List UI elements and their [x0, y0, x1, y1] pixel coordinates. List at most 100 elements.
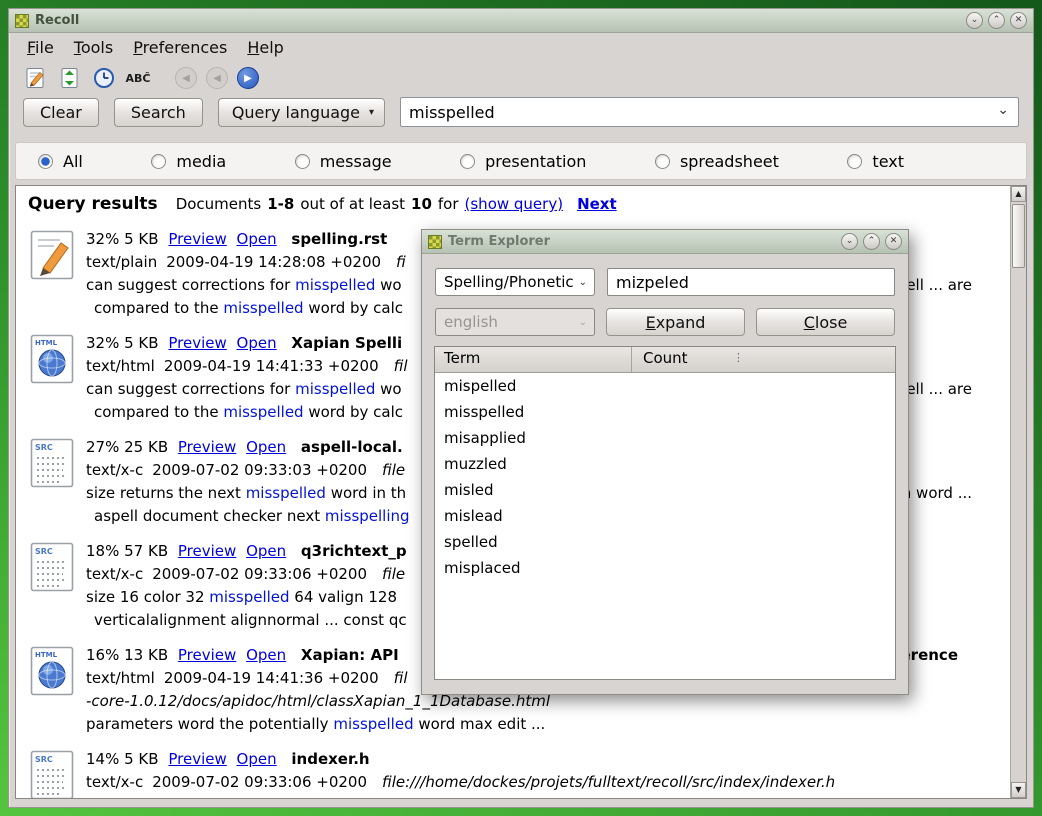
- open-link[interactable]: Open: [246, 542, 286, 560]
- doc-title: Xapian: API: [301, 646, 399, 664]
- open-link[interactable]: Open: [237, 230, 277, 248]
- filter-spreadsheet[interactable]: spreadsheet: [655, 152, 779, 171]
- count-column-header[interactable]: Count: [631, 347, 895, 372]
- doc-url: file: [382, 461, 405, 479]
- term-table-header[interactable]: Term Count ⋮: [435, 347, 895, 373]
- next-page-icon[interactable]: ▶: [237, 67, 259, 89]
- open-link[interactable]: Open: [237, 334, 277, 352]
- scroll-up-icon[interactable]: ▲: [1011, 186, 1026, 202]
- dropdown-arrow-icon: ⌄: [579, 317, 587, 328]
- window-title: Recoll: [35, 13, 960, 28]
- source-code-icon: SRC: [30, 785, 74, 798]
- unshade-window-icon[interactable]: ⌃: [863, 233, 880, 250]
- term-explorer-query-row: Spelling/Phonetic ⌄: [435, 268, 895, 296]
- shade-window-icon[interactable]: ⌄: [966, 12, 983, 29]
- menu-help[interactable]: Help: [237, 36, 293, 59]
- main-titlebar[interactable]: Recoll ⌄ ⌃ ✕: [9, 9, 1033, 33]
- first-page-icon[interactable]: ◀: [175, 67, 197, 89]
- filter-text[interactable]: text: [847, 152, 904, 171]
- page-navigation: ◀ ◀ ▶: [175, 67, 259, 89]
- show-query-link[interactable]: (show query): [465, 195, 564, 213]
- language-dropdown[interactable]: english ⌄: [435, 308, 595, 336]
- toolbar: ABĈ ◀ ◀ ▶: [9, 62, 1033, 94]
- query-language-label: Query language: [232, 103, 360, 122]
- unshade-window-icon[interactable]: ⌃: [988, 12, 1005, 29]
- expand-button[interactable]: Expand: [606, 308, 745, 336]
- result-range: 1-8: [267, 195, 294, 213]
- preview-link[interactable]: Preview: [168, 230, 226, 248]
- term-input[interactable]: [607, 268, 895, 296]
- prev-page-icon[interactable]: ◀: [206, 67, 228, 89]
- spellcheck-abc-icon[interactable]: ABĈ: [125, 65, 151, 91]
- result-meta: text/x-c2009-07-02 09:33:06 +0200file://…: [86, 771, 1010, 794]
- scroll-down-icon[interactable]: ▼: [1011, 782, 1026, 798]
- filter-all[interactable]: All: [38, 152, 83, 171]
- search-query-input[interactable]: [401, 103, 1018, 122]
- radio-icon: [295, 154, 310, 169]
- expansion-mode-dropdown[interactable]: Spelling/Phonetic ⌄: [435, 268, 595, 296]
- term-row[interactable]: misplaced: [435, 555, 895, 581]
- term-row[interactable]: misapplied: [435, 425, 895, 451]
- shade-window-icon[interactable]: ⌄: [841, 233, 858, 250]
- open-link[interactable]: Open: [246, 646, 286, 664]
- doc-date: 2009-07-02 09:33:06 +0200: [152, 773, 367, 791]
- results-scrollbar[interactable]: ▲ ▼: [1010, 186, 1026, 798]
- filter-presentation[interactable]: presentation: [460, 152, 586, 171]
- term-cell: misspelled: [435, 399, 631, 425]
- doc-title: q3richtext_p: [301, 542, 407, 560]
- search-bar: Clear Search Query language ▾ ⌄: [9, 93, 1033, 131]
- term-table: Term Count ⋮ mispelledmisspelledmisappli…: [434, 346, 896, 680]
- dialog-titlebar[interactable]: Term Explorer ⌄ ⌃ ✕: [422, 230, 908, 254]
- scrollbar-thumb[interactable]: [1012, 204, 1025, 268]
- term-row[interactable]: misspelled: [435, 399, 895, 425]
- preview-link[interactable]: Preview: [178, 438, 236, 456]
- doc-url: file:///home/dockes/projets/fulltext/rec…: [382, 773, 835, 791]
- query-language-dropdown[interactable]: Query language ▾: [218, 98, 385, 127]
- dialog-window-controls: ⌄ ⌃ ✕: [841, 233, 902, 250]
- relevance-percent: 14%: [86, 750, 119, 768]
- menu-preferences[interactable]: Preferences: [123, 36, 237, 59]
- term-cell: misplaced: [435, 555, 631, 581]
- menu-tools[interactable]: Tools: [64, 36, 123, 59]
- html-document-icon: HTML: [30, 681, 74, 700]
- next-page-link[interactable]: Next: [577, 195, 617, 213]
- preview-link[interactable]: Preview: [178, 646, 236, 664]
- term-row[interactable]: spelled: [435, 529, 895, 555]
- preview-link[interactable]: Preview: [168, 750, 226, 768]
- svg-text:SRC: SRC: [35, 443, 53, 452]
- snippet-continuation: ell ... are: [906, 378, 972, 401]
- term-row[interactable]: muzzled: [435, 451, 895, 477]
- filter-label: media: [176, 152, 226, 171]
- menu-file[interactable]: File: [17, 36, 64, 59]
- search-button[interactable]: Search: [114, 98, 203, 127]
- window-controls: ⌄ ⌃ ✕: [966, 12, 1027, 29]
- close-button[interactable]: Close: [756, 308, 895, 336]
- text-document-icon: [30, 265, 74, 284]
- combo-chevron-icon[interactable]: ⌄: [997, 102, 1009, 118]
- filter-media[interactable]: media: [151, 152, 226, 171]
- filter-message[interactable]: message: [295, 152, 392, 171]
- term-row[interactable]: mislead: [435, 503, 895, 529]
- svg-text:SRC: SRC: [35, 547, 53, 556]
- clock-icon[interactable]: [91, 65, 117, 91]
- results-summary: Documents 1-8 out of at least 10 for (sh…: [176, 195, 617, 213]
- term-row[interactable]: misled: [435, 477, 895, 503]
- open-link[interactable]: Open: [237, 750, 277, 768]
- term-cell: spelled: [435, 529, 631, 555]
- document-refresh-icon[interactable]: [57, 65, 83, 91]
- filter-label: spreadsheet: [680, 152, 779, 171]
- results-header: Query results Documents 1-8 out of at le…: [28, 194, 1010, 214]
- preview-link[interactable]: Preview: [178, 542, 236, 560]
- preview-link[interactable]: Preview: [168, 334, 226, 352]
- filter-label: text: [872, 152, 904, 171]
- close-window-icon[interactable]: ✕: [885, 233, 902, 250]
- document-pencil-icon[interactable]: [23, 65, 49, 91]
- open-link[interactable]: Open: [246, 438, 286, 456]
- search-query-combobox[interactable]: ⌄: [400, 97, 1019, 127]
- term-row[interactable]: mispelled: [435, 373, 895, 399]
- term-column-header[interactable]: Term: [435, 347, 631, 372]
- doc-size: 57 KB: [124, 542, 168, 560]
- clear-button[interactable]: Clear: [23, 98, 99, 127]
- doc-size: 5 KB: [124, 230, 158, 248]
- close-window-icon[interactable]: ✕: [1010, 12, 1027, 29]
